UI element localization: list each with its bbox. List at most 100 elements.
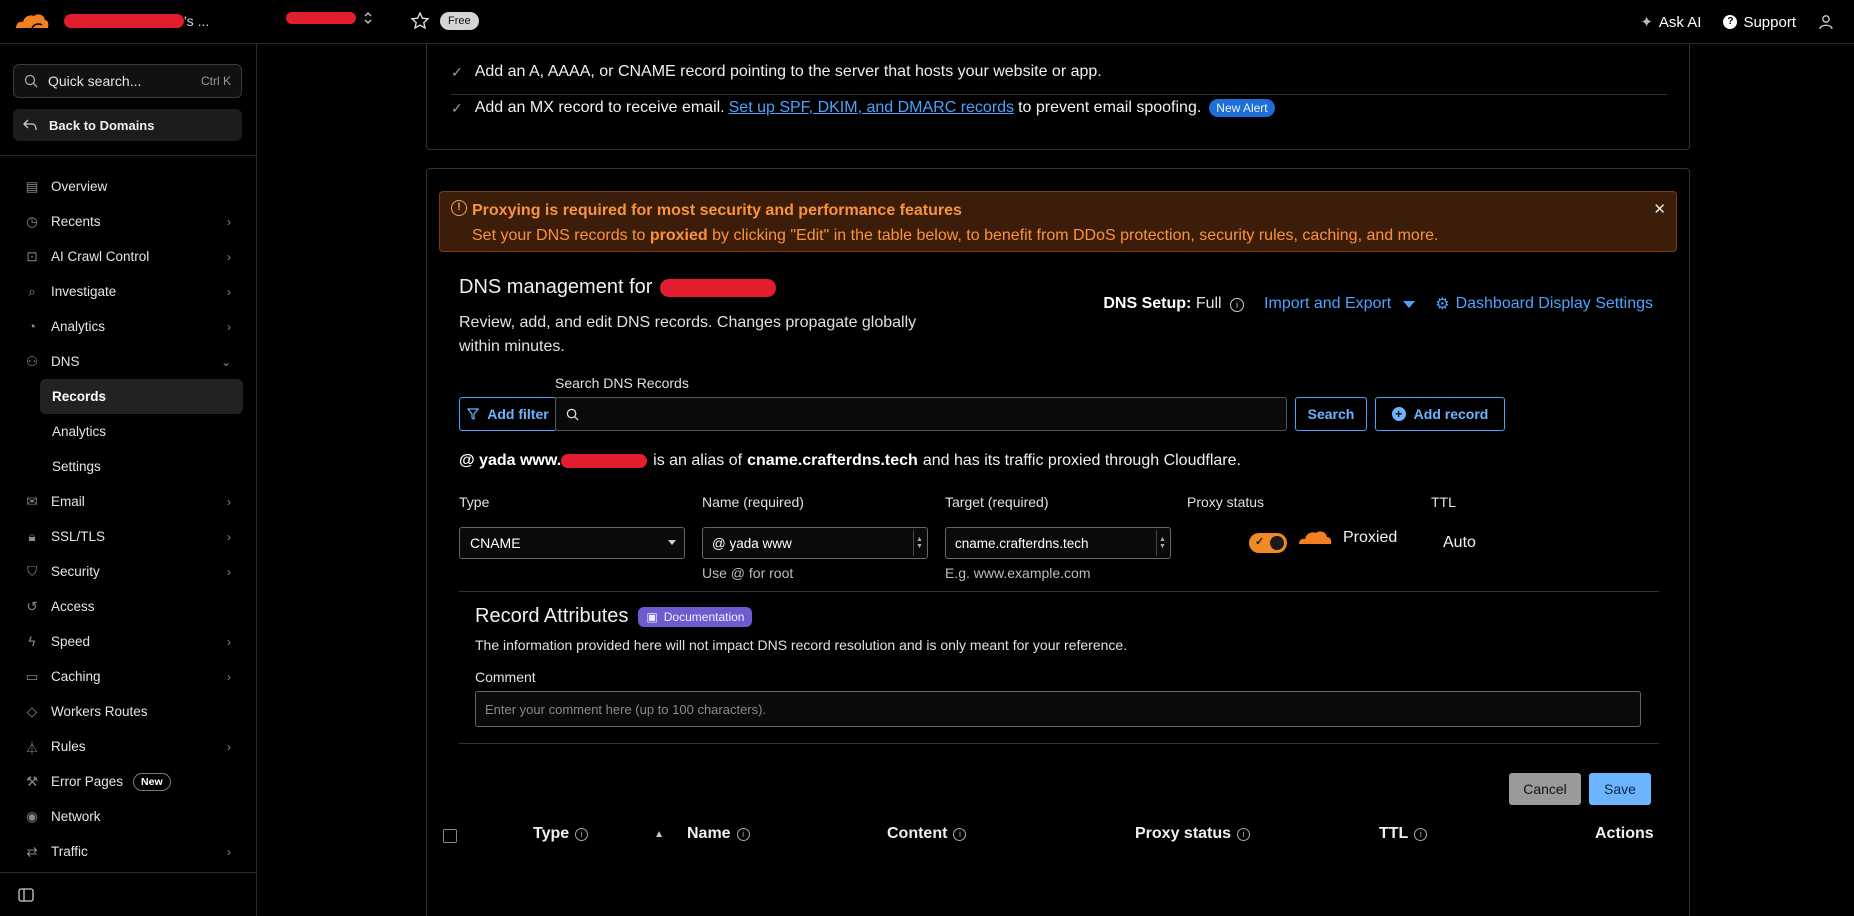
alias-summary: @ yada www. is an alias of cname.crafter…: [459, 452, 1241, 470]
sidebar-item-speed[interactable]: ϟ Speed ›: [0, 624, 257, 659]
alias-text: and has its traffic proxied through Clou…: [922, 452, 1241, 469]
check-icon: ✓: [1255, 536, 1265, 548]
close-icon[interactable]: ✕: [1653, 200, 1666, 218]
sidebar-item-analytics[interactable]: ◔ Analytics ›: [0, 309, 257, 344]
search-button[interactable]: Search: [1295, 397, 1367, 431]
proxy-toggle[interactable]: ✓: [1249, 533, 1287, 553]
caret-down-icon: [668, 540, 676, 545]
ask-ai-button[interactable]: ✦ Ask AI: [1640, 13, 1702, 32]
divider: [451, 94, 1667, 95]
search-icon: [566, 408, 579, 421]
add-record-button[interactable]: + Add record: [1375, 397, 1505, 431]
quick-search[interactable]: Quick search... Ctrl K: [13, 64, 242, 98]
sidebar-item-caching[interactable]: ▭ Caching ›: [0, 659, 257, 694]
account-switcher[interactable]: 's ...: [64, 13, 209, 29]
name-input[interactable]: @ yada www ▲ ▼: [702, 527, 928, 559]
sidebar-item-recents[interactable]: ◷ Recents ›: [0, 204, 257, 239]
info-icon: i: [736, 827, 750, 841]
column-header-ttl[interactable]: TTL i: [1379, 825, 1428, 843]
select-all-checkbox[interactable]: [443, 829, 457, 843]
save-button[interactable]: Save: [1589, 773, 1651, 805]
mail-icon: ✉: [26, 493, 38, 509]
support-button[interactable]: ? Support: [1723, 14, 1796, 31]
header-label: TTL: [1379, 825, 1409, 842]
chevron-down-icon: ⌄: [220, 354, 231, 369]
sidebar-toggle-icon[interactable]: [18, 888, 34, 902]
sidebar-item-access[interactable]: ↺ Access: [0, 589, 257, 624]
type-select[interactable]: CNAME: [459, 527, 685, 559]
chevron-right-icon: ›: [227, 529, 231, 544]
back-to-domains-button[interactable]: Back to Domains: [13, 109, 242, 141]
spinner-icon[interactable]: ▲ ▼: [1156, 530, 1168, 556]
sidebar-item-traffic[interactable]: ⇄ Traffic ›: [0, 834, 257, 869]
import-export-button[interactable]: Import and Export: [1264, 295, 1416, 313]
bolt-icon: ϟ: [28, 634, 36, 649]
add-filter-label: Add filter: [487, 406, 549, 422]
sidebar-item-ssl-tls[interactable]: 🔒︎ SSL/TLS ›: [0, 519, 257, 554]
column-header-name[interactable]: Name i: [687, 825, 750, 843]
search-label: Search DNS Records: [555, 375, 689, 391]
clock-icon: ◷: [26, 213, 38, 229]
dashboard-display-settings-button[interactable]: ⚙ Dashboard Display Settings: [1435, 294, 1653, 314]
zone-selector[interactable]: [286, 12, 372, 24]
orange-cloud-icon: [1299, 531, 1332, 544]
target-value: cname.crafterdns.tech: [955, 535, 1089, 551]
documentation-link[interactable]: ▣ Documentation: [638, 606, 753, 627]
comment-input[interactable]: Enter your comment here (up to 100 chara…: [475, 691, 1641, 727]
sidebar-item-rules[interactable]: ⏃ Rules ›: [0, 729, 257, 764]
cloudflare-logo[interactable]: [12, 10, 50, 32]
divider: [459, 591, 1659, 592]
sidebar-item-overview[interactable]: ▤ Overview: [0, 169, 257, 204]
info-icon: i: [953, 827, 967, 841]
checklist-text: Add an MX record to receive email.: [474, 99, 725, 116]
type-value: CNAME: [470, 535, 521, 551]
chevron-right-icon: ›: [227, 249, 231, 264]
plus-circle-icon: +: [1391, 407, 1406, 421]
pin-icon: ◉: [26, 808, 38, 824]
checklist-text: Add an A, AAAA, or CNAME record pointing…: [474, 63, 1102, 80]
back-label: Back to Domains: [49, 117, 155, 133]
sidebar-item-network[interactable]: ◉ Network: [0, 799, 257, 834]
search-dns-input[interactable]: [555, 397, 1287, 431]
traffic-icon: ⇄: [26, 843, 38, 859]
cancel-button[interactable]: Cancel: [1509, 773, 1581, 805]
ask-ai-label: Ask AI: [1658, 13, 1702, 31]
sidebar-item-dns-records[interactable]: Records: [40, 379, 243, 414]
sidebar-item-email[interactable]: ✉ Email ›: [0, 484, 257, 519]
sidebar-item-label: Analytics: [52, 424, 107, 439]
sidebar-item-security[interactable]: ⛉ Security ›: [0, 554, 257, 589]
user-icon[interactable]: [1818, 14, 1834, 30]
sidebar-item-dns[interactable]: ⚇ DNS ⌄: [0, 344, 257, 379]
sidebar-item-ai-crawl-control[interactable]: ⊡ AI Crawl Control ›: [0, 239, 257, 274]
caret-down-icon: [1403, 300, 1416, 308]
sidebar-item-investigate[interactable]: ⌕ Investigate ›: [0, 274, 257, 309]
chevron-right-icon: ›: [227, 494, 231, 509]
star-icon[interactable]: [410, 11, 430, 31]
chevron-right-icon: ›: [227, 634, 231, 649]
sidebar-item-workers-routes[interactable]: ◇ Workers Routes: [0, 694, 257, 729]
new-alert-badge: New Alert: [1209, 99, 1275, 117]
spinner-icon[interactable]: ▲ ▼: [913, 530, 925, 556]
back-arrow-icon: [23, 119, 37, 131]
documentation-label: Documentation: [663, 609, 745, 624]
name-value: @ yada www: [712, 535, 792, 551]
column-header-content[interactable]: Content i: [887, 825, 967, 843]
info-icon: i: [575, 827, 589, 841]
column-header-proxy-status[interactable]: Proxy status i: [1135, 825, 1251, 843]
gear-icon: ⚙: [1435, 296, 1450, 313]
top-bar: 's ... Free ✦ Ask AI ? Support: [0, 0, 1854, 44]
sidebar-item-dns-settings[interactable]: Settings: [0, 449, 257, 484]
column-header-type[interactable]: Type i ▲: [533, 825, 664, 843]
getting-started-card: ✓ Add an A, AAAA, or CNAME record pointi…: [426, 44, 1690, 150]
email-security-link[interactable]: Set up SPF, DKIM, and DMARC records: [729, 99, 1014, 117]
add-filter-button[interactable]: Add filter: [459, 397, 557, 431]
shield-icon: ⛉: [26, 563, 38, 579]
sidebar-bottom-divider: [0, 872, 257, 873]
info-icon[interactable]: i: [1230, 298, 1245, 312]
lock-icon: 🔒︎: [28, 528, 36, 544]
sidebar-item-dns-analytics[interactable]: Analytics: [0, 414, 257, 449]
dns-management-card: ! Proxying is required for most security…: [426, 168, 1690, 916]
sidebar-item-error-pages[interactable]: ⚒ Error Pages New: [0, 764, 257, 799]
chevron-right-icon: ›: [227, 739, 231, 754]
target-input[interactable]: cname.crafterdns.tech ▲ ▼: [945, 527, 1171, 559]
